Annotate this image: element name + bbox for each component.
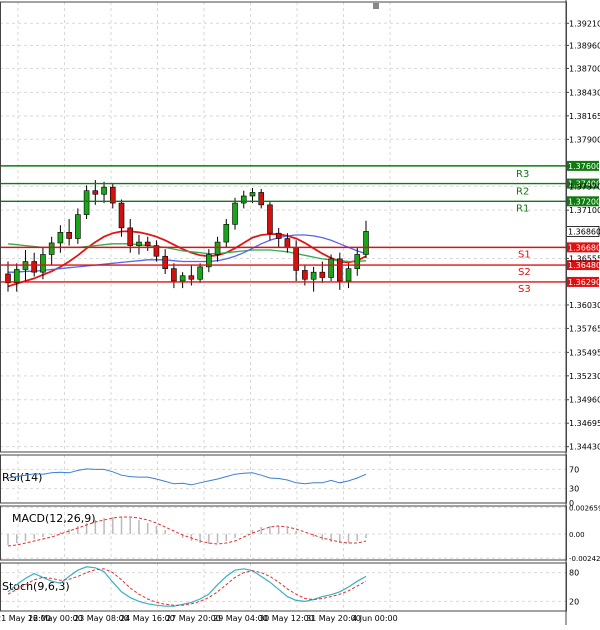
candle-body xyxy=(136,242,141,246)
shift-marker-icon xyxy=(373,3,379,9)
y-axis-tick-label: 1.34430 xyxy=(569,443,600,452)
level-label-r3: R3 xyxy=(516,169,529,180)
candle-body xyxy=(259,192,264,204)
level-label-s2: S2 xyxy=(518,267,531,278)
candle-body xyxy=(311,272,316,279)
candle-body xyxy=(93,191,98,195)
y-axis-tick-label: 1.35765 xyxy=(569,324,600,333)
forex-chart[interactable]: 1.36860 R31.37600R21.37400R11.37200S11.3… xyxy=(0,0,600,625)
y-axis-tick-label: 1.38165 xyxy=(569,112,600,121)
candle-body xyxy=(163,256,168,268)
candle-body xyxy=(267,205,272,233)
candle-body xyxy=(75,215,80,239)
level-label-r2: R2 xyxy=(516,187,529,198)
y-axis-tick-label: 1.37100 xyxy=(569,206,600,215)
chart-canvas: 1.36860 R31.37600R21.37400R11.37200S11.3… xyxy=(0,0,600,625)
y-axis-tick-label: 1.35230 xyxy=(569,372,600,381)
y-axis-tick-label: 1.34695 xyxy=(569,419,600,428)
y-axis-tick-label: 1.36030 xyxy=(569,301,600,310)
macd-tick-label: -0.002424 xyxy=(569,555,600,563)
candle-body xyxy=(58,232,63,243)
candle-body xyxy=(84,191,89,215)
last-price-text: 1.36860 xyxy=(568,227,600,236)
candle-body xyxy=(285,239,290,248)
x-axis-tick-label: 4 Jun 00:00 xyxy=(352,614,398,623)
rsi-tick-label: 30 xyxy=(569,485,579,494)
candle-body xyxy=(355,254,360,268)
y-axis-tick-label: 1.36555 xyxy=(569,254,600,263)
candle-body xyxy=(250,192,255,196)
macd-title: MACD(12,26,9) xyxy=(12,512,96,525)
candle-body xyxy=(145,242,150,246)
stoch-title: Stoch(9,6,3) xyxy=(2,580,70,593)
candle-body xyxy=(14,270,19,283)
candle-body xyxy=(276,233,281,238)
candle-body xyxy=(320,272,325,277)
macd-tick-label: 0.00 xyxy=(569,531,585,539)
candle-body xyxy=(233,203,238,224)
candle-body xyxy=(102,187,107,194)
level-label-r1: R1 xyxy=(516,203,529,214)
candle-body xyxy=(224,224,229,242)
level-price-text-r3: 1.37600 xyxy=(568,162,600,171)
rsi-tick-label: 70 xyxy=(569,465,579,474)
candle-body xyxy=(189,276,194,280)
candle-body xyxy=(67,232,72,238)
candle-body xyxy=(364,231,369,254)
level-price-text-r1: 1.37200 xyxy=(568,197,600,206)
candle-body xyxy=(294,247,299,270)
macd-tick-label: 0.002659 xyxy=(569,504,600,512)
candle-body xyxy=(346,269,351,281)
y-axis-tick-label: 1.38430 xyxy=(569,88,600,97)
y-axis-tick-label: 1.39210 xyxy=(569,19,600,28)
y-axis-tick-label: 1.38960 xyxy=(569,41,600,50)
candle-body xyxy=(119,203,124,228)
y-axis-tick-label: 1.38700 xyxy=(569,64,600,73)
y-axis-tick-label: 1.37900 xyxy=(569,135,600,144)
level-price-text-s1: 1.36680 xyxy=(568,243,600,252)
candle-body xyxy=(49,243,54,255)
level-label-s3: S3 xyxy=(518,284,531,295)
candle-body xyxy=(241,196,246,203)
stoch-tick-label: 80 xyxy=(569,569,579,578)
candle-body xyxy=(198,267,203,279)
candle-body xyxy=(128,228,133,246)
stoch-tick-label: 20 xyxy=(569,597,579,606)
chart-background xyxy=(0,0,600,625)
level-label-s1: S1 xyxy=(518,249,531,260)
candle-body xyxy=(40,254,45,272)
y-axis-tick-label: 1.34960 xyxy=(569,396,600,405)
candle-body xyxy=(32,262,37,273)
level-price-text-s3: 1.36290 xyxy=(568,278,600,287)
candle-body xyxy=(215,242,220,254)
candle-body xyxy=(171,269,176,281)
candle-body xyxy=(180,276,185,281)
y-axis-tick-label: 1.37370 xyxy=(569,182,600,191)
candle-body xyxy=(302,270,307,279)
candle-body xyxy=(329,259,334,278)
candle-body xyxy=(337,259,342,281)
y-axis-tick-label: 1.35495 xyxy=(569,348,600,357)
